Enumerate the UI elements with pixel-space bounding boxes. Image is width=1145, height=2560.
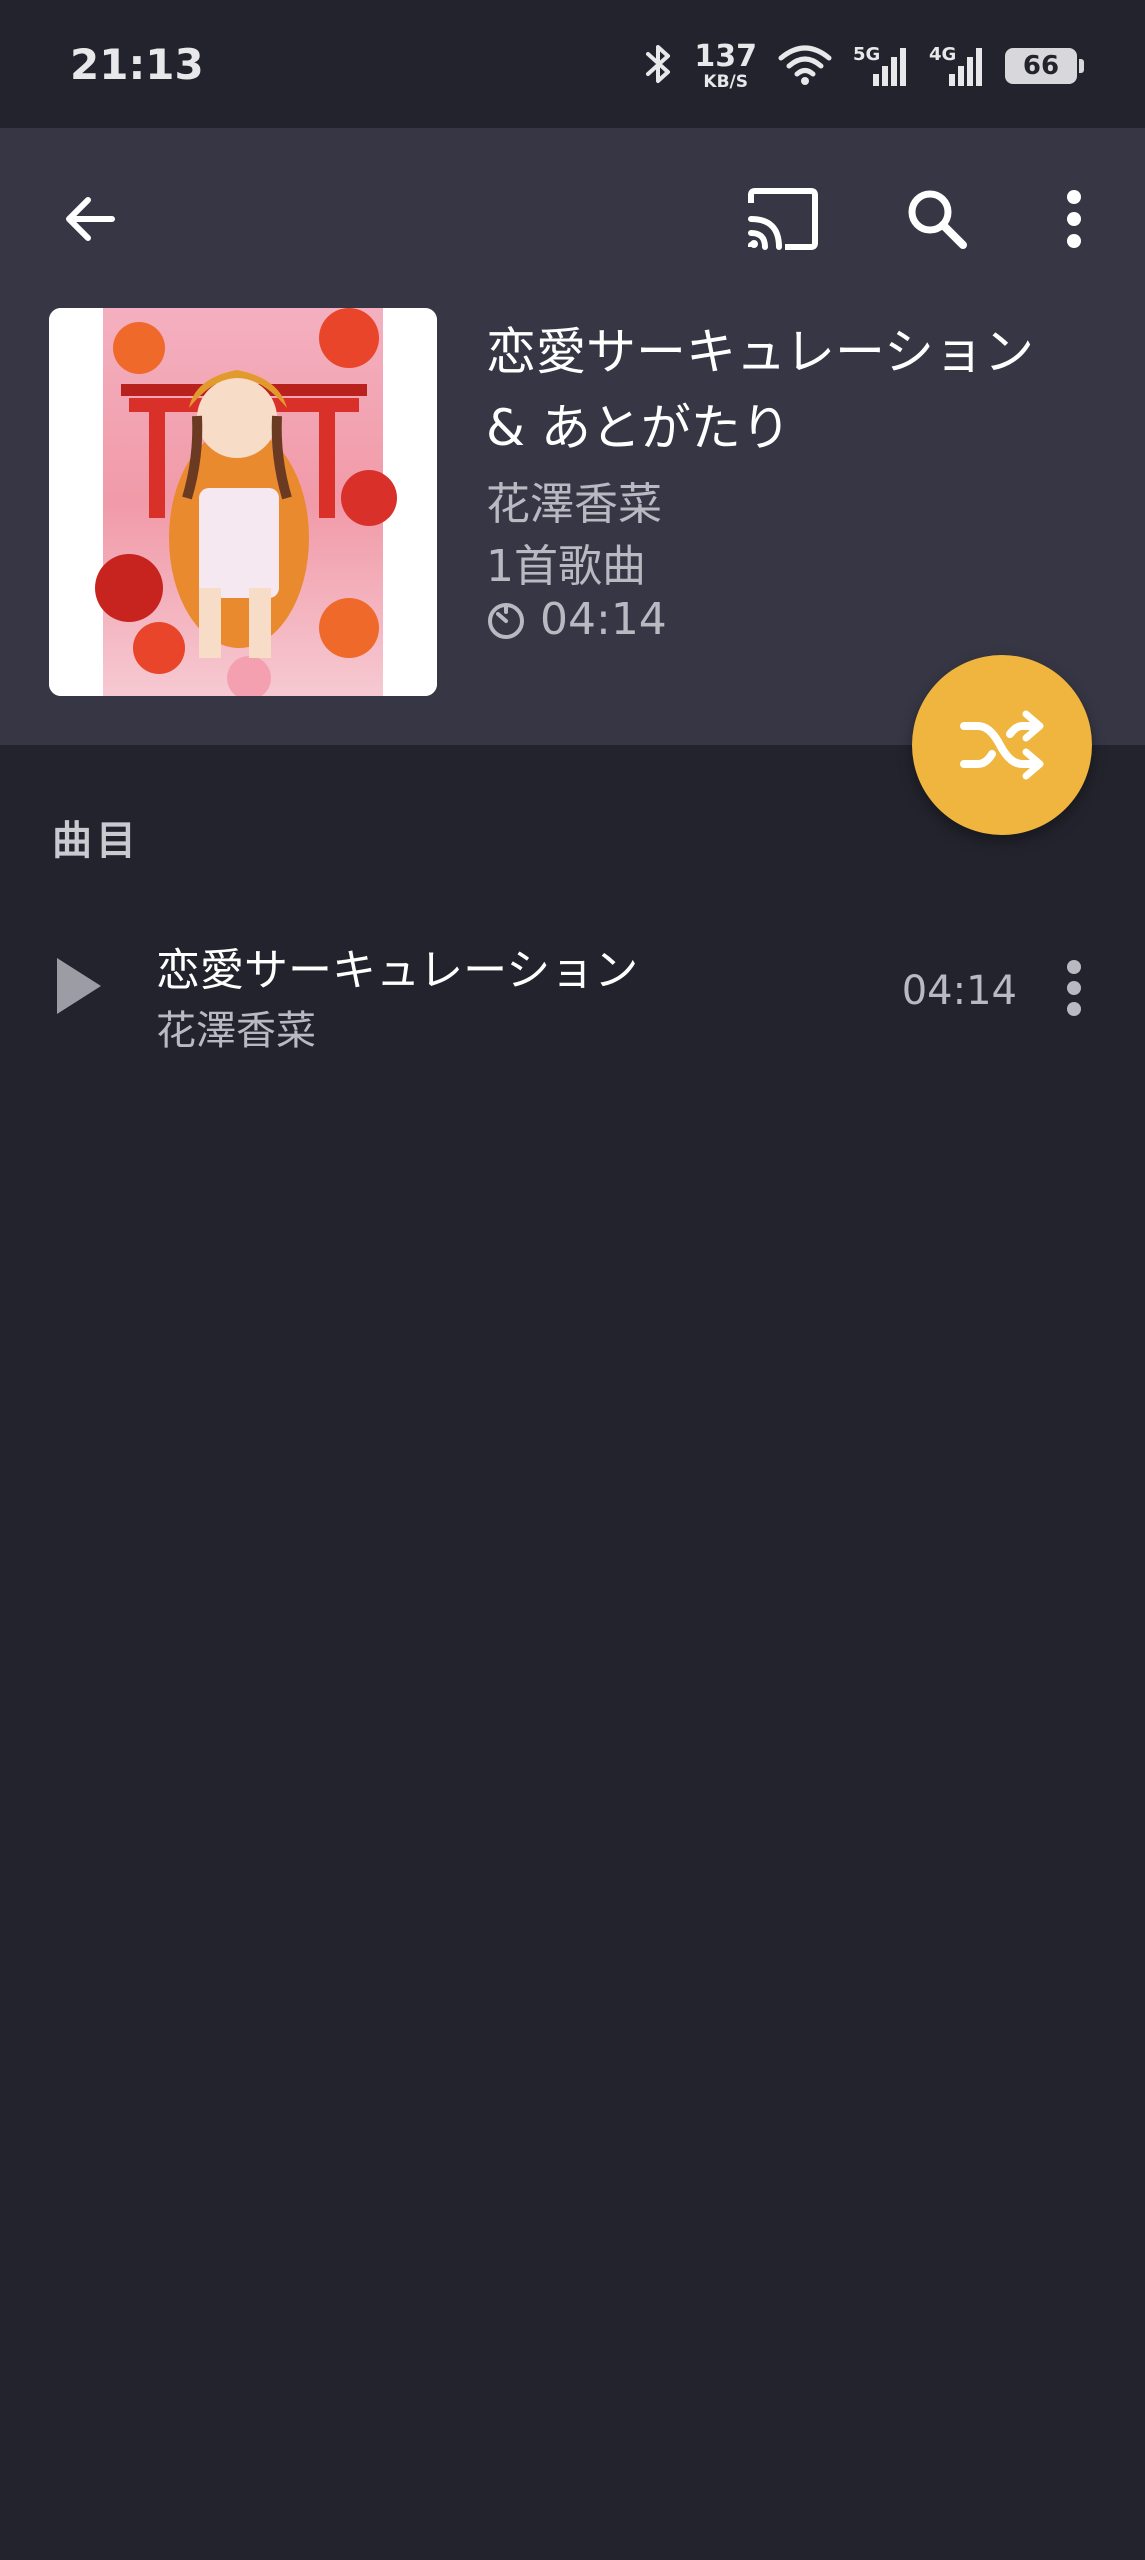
search-button[interactable]	[889, 171, 985, 267]
album-duration-text: 04:14	[540, 594, 667, 645]
album-title: 恋愛サーキュレーション & あとがたり	[486, 323, 1034, 457]
shuffle-play-button[interactable]	[912, 655, 1092, 835]
album-song-count: 1首歌曲	[486, 541, 646, 592]
more-vert-icon	[1067, 190, 1081, 248]
status-bar: 21:13 137 KB/S 5G 4G 66	[0, 0, 1145, 128]
signal-4g-icon: 4G	[929, 44, 985, 88]
cast-button[interactable]	[735, 171, 831, 267]
album-header: 恋愛サーキュレーション & あとがたり 花澤香菜 1首歌曲 04:14	[0, 128, 1145, 745]
cast-icon	[748, 188, 818, 250]
network-speed: 137 KB/S	[694, 38, 757, 92]
album-artist[interactable]: 花澤香菜	[486, 468, 662, 532]
tracks-section-label: 曲目	[52, 818, 140, 864]
status-time: 21:13	[70, 40, 204, 89]
album-duration: 04:14	[486, 594, 667, 645]
wifi-icon	[777, 42, 833, 90]
more-vert-icon	[1067, 960, 1081, 1016]
track-title: 恋愛サーキュレーション	[156, 945, 639, 996]
search-icon	[908, 190, 967, 249]
more-options-button[interactable]	[1026, 171, 1122, 267]
network-speed-unit: KB/S	[703, 71, 748, 92]
arrow-back-icon	[66, 197, 115, 241]
album-cover	[49, 308, 437, 696]
signal-5g-icon: 5G	[853, 44, 909, 88]
status-icons: 137 KB/S 5G 4G 66	[644, 38, 1084, 94]
album-cover-art	[49, 308, 437, 696]
network-speed-value: 137	[694, 38, 757, 74]
track-artist: 花澤香菜	[156, 1008, 316, 1054]
bluetooth-icon	[644, 42, 674, 90]
track-more-button[interactable]	[1050, 946, 1098, 1030]
back-button[interactable]	[42, 171, 138, 267]
play-icon	[57, 958, 101, 1014]
track-row[interactable]: 恋愛サーキュレーション 花澤香菜 04:14	[0, 918, 1145, 1068]
timer-icon	[488, 602, 524, 639]
battery-icon: 66	[1005, 48, 1084, 84]
shuffle-icon	[960, 710, 1044, 780]
track-play-button[interactable]	[40, 938, 116, 1034]
battery-level: 66	[1022, 51, 1060, 81]
track-duration: 04:14	[901, 968, 1017, 1014]
